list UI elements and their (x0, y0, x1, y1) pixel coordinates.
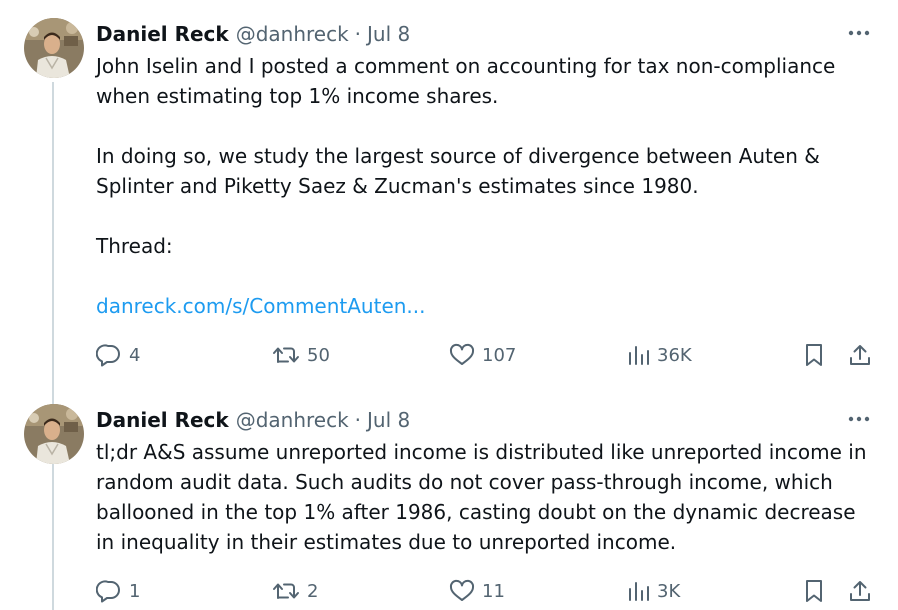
retweet-icon (273, 583, 299, 599)
share-button[interactable] (848, 579, 872, 603)
author-name[interactable]: Daniel Reck (96, 22, 229, 46)
reply-count: 4 (129, 344, 141, 366)
post-date[interactable]: Jul 8 (367, 22, 410, 46)
heart-icon (449, 579, 475, 601)
reply-bubble-icon (96, 580, 120, 603)
tweet-paragraph: John Iselin and I posted a comment on ac… (96, 54, 836, 108)
view-count: 36K (657, 344, 692, 366)
more-options-button[interactable] (844, 22, 874, 44)
more-horizontal-icon (848, 30, 870, 36)
tweet-text: tl;dr A&S assume unreported income is di… (96, 437, 876, 557)
share-upload-icon (850, 581, 870, 601)
reply-count: 1 (129, 580, 141, 602)
bookmark-icon (806, 580, 822, 602)
reply-button[interactable]: 1 (96, 579, 140, 603)
tweet-paragraph: tl;dr A&S assume unreported income is di… (96, 440, 867, 554)
tweet[interactable]: Daniel Reck @danhreck · Jul 8 John Iseli… (0, 0, 898, 390)
retweet-count: 2 (307, 580, 319, 602)
tweet-header: Daniel Reck @danhreck · Jul 8 (96, 405, 410, 435)
bar-chart-icon (629, 582, 649, 601)
more-options-button[interactable] (844, 408, 874, 430)
author-handle[interactable]: @danhreck (236, 22, 349, 46)
bookmark-button[interactable] (802, 343, 826, 367)
like-button[interactable]: 11 (449, 579, 505, 603)
like-count: 11 (482, 580, 505, 602)
tweet-text: John Iselin and I posted a comment on ac… (96, 51, 876, 321)
author-name[interactable]: Daniel Reck (96, 408, 229, 432)
more-horizontal-icon (848, 416, 870, 422)
author-handle[interactable]: @danhreck (236, 408, 349, 432)
views-button[interactable]: 3K (626, 579, 680, 603)
tweet-actions: 4 50 107 36K (0, 340, 898, 370)
like-button[interactable]: 107 (449, 343, 516, 367)
tweet-actions: 1 2 11 3K (0, 576, 898, 606)
view-count: 3K (657, 580, 681, 602)
tweet-header: Daniel Reck @danhreck · Jul 8 (96, 19, 410, 49)
tweet[interactable]: Daniel Reck @danhreck · Jul 8 tl;dr A&S … (0, 386, 898, 610)
retweet-button[interactable]: 50 (272, 343, 330, 367)
views-button[interactable]: 36K (626, 343, 692, 367)
heart-icon (449, 343, 475, 365)
avatar[interactable] (24, 18, 84, 78)
share-button[interactable] (848, 343, 872, 367)
retweet-icon (273, 347, 299, 363)
post-date[interactable]: Jul 8 (367, 408, 410, 432)
reply-bubble-icon (96, 344, 120, 367)
separator-dot: · (354, 22, 362, 46)
retweet-button[interactable]: 2 (272, 579, 318, 603)
tweet-paragraph: Thread: (96, 234, 173, 258)
bar-chart-icon (629, 346, 649, 365)
reply-button[interactable]: 4 (96, 343, 140, 367)
tweet-paragraph: In doing so, we study the largest source… (96, 144, 820, 198)
bookmark-icon (806, 344, 822, 366)
share-upload-icon (850, 345, 870, 365)
retweet-count: 50 (307, 344, 330, 366)
avatar[interactable] (24, 404, 84, 464)
tweet-link[interactable]: danreck.com/s/CommentAuten... (96, 294, 426, 318)
bookmark-button[interactable] (802, 579, 826, 603)
separator-dot: · (354, 408, 362, 432)
like-count: 107 (482, 344, 517, 366)
